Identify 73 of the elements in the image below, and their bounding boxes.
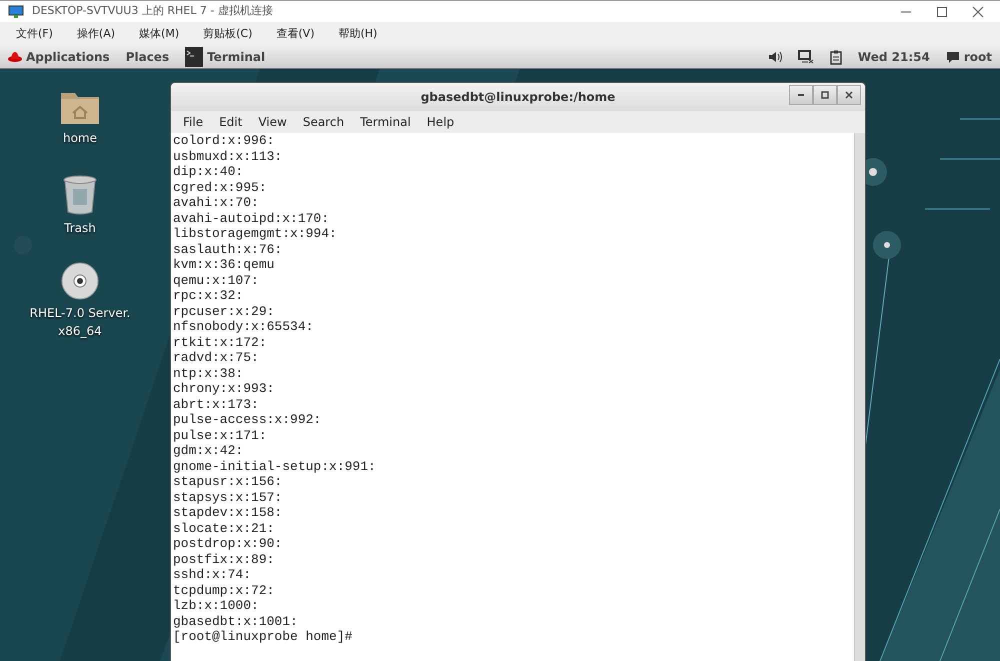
terminal-line: stapusr:x:156: (173, 474, 284, 490)
menu-item[interactable]: 媒体(M) (131, 26, 188, 42)
menu-item[interactable]: 操作(A) (68, 26, 124, 42)
terminal-line: abrt:x:173: (173, 396, 260, 412)
terminal-line: colord:x:996: (173, 133, 276, 148)
chat-icon (946, 51, 960, 63)
maximize-icon (821, 91, 829, 99)
menu-item[interactable]: File (175, 113, 212, 131)
menu-item[interactable]: Terminal (352, 113, 419, 131)
trash-icon[interactable] (63, 175, 97, 215)
terminal-icon (185, 47, 204, 67)
terminal-line: libstoragemgmt:x:994: (173, 226, 338, 242)
window-title: gbasedbt@linuxprobe:/home (420, 89, 616, 106)
terminal-line: gbasedbt:x:1001: (173, 614, 299, 629)
network-icon[interactable] (798, 50, 814, 64)
terminal-line: ntp:x:38: (173, 366, 244, 381)
dvd-icon[interactable] (61, 262, 99, 300)
terminal-line: tcpdump:x:72: (173, 582, 276, 598)
light-dot-drawing (873, 231, 901, 259)
terminal-line: rpcuser:x:29: (173, 304, 276, 319)
app-menu[interactable]: Terminal (207, 48, 266, 66)
maximize-icon (936, 6, 948, 18)
menu-item[interactable]: Edit (211, 113, 250, 131)
terminal-line: postfix:x:89: (173, 552, 276, 567)
minimize-button[interactable] (789, 85, 813, 105)
minimize-icon (798, 94, 804, 96)
terminal-line: rpc:x:32: (173, 288, 244, 304)
menu-item[interactable]: 文件(F) (8, 26, 61, 42)
terminal-line: dip:x:40: (173, 164, 244, 180)
menu-item[interactable]: View (250, 113, 295, 131)
menu-item[interactable]: Search (294, 113, 352, 131)
menu-item[interactable]: Help (418, 113, 462, 131)
icon-label[interactable]: Trash (64, 219, 96, 237)
applications-menu[interactable]: Applications (26, 48, 110, 66)
terminal-line: qemu:x:107: (173, 272, 260, 288)
terminal-line: stapsys:x:157: (173, 490, 284, 505)
terminal-line: [root@linuxprobe home]# (173, 629, 354, 644)
terminal-line: sshd:x:74: (173, 567, 252, 582)
terminal-line: slocate:x:21: (173, 520, 276, 536)
close-icon (972, 6, 984, 18)
user-menu[interactable]: root (964, 48, 992, 66)
places-menu[interactable]: Places (126, 48, 170, 66)
terminal-line: lzb:x:1000: (173, 598, 260, 614)
window-title: DESKTOP-SVTVUU3 上的 RHEL 7 - 虚拟机连接 (32, 3, 273, 20)
terminal-line: saslauth:x:76: (173, 242, 284, 257)
terminal-line: gnome-initial-setup:x:991: (173, 458, 377, 474)
close-button[interactable] (837, 85, 861, 105)
terminal-line: kvm:x:36:qemu (173, 257, 276, 272)
icon-label[interactable]: home (62, 129, 98, 147)
terminal-line: pulse:x:171: (173, 428, 268, 443)
terminal-line: stapdev:x:158: (173, 505, 284, 520)
terminal-line: radvd:x:75: (173, 350, 260, 366)
menu-item[interactable]: 查看(V) (268, 26, 322, 42)
menu-item[interactable]: 剪贴板(C) (195, 26, 260, 42)
hat-icon (8, 51, 22, 63)
menu-item[interactable]: 帮助(H) (330, 26, 386, 42)
terminal-line: chrony:x:993: (173, 381, 276, 396)
terminal-line: avahi-autoipd:x:170: (173, 210, 330, 226)
close-icon (845, 91, 853, 99)
terminal-line: usbmuxd:x:113: (173, 148, 284, 164)
terminal-line: cgred:x:995: (173, 180, 268, 195)
maximize-button[interactable] (813, 85, 837, 105)
clock[interactable]: Wed 21:54 (858, 48, 930, 66)
clipboard-icon[interactable] (830, 50, 842, 64)
terminal-line: pulse-access:x:992: (173, 412, 322, 428)
monitor-icon (8, 4, 24, 18)
icon-label[interactable]: RHEL-7.0 Server. x86_64 (30, 304, 130, 340)
terminal-line: rtkit:x:172: (173, 334, 268, 350)
terminal-line: avahi:x:70: (173, 195, 260, 210)
terminal-line: gdm:x:42: (173, 443, 244, 458)
volume-icon[interactable] (768, 51, 782, 63)
terminal-line: postdrop:x:90: (173, 536, 284, 552)
terminal-line: nfsnobody:x:65534: (173, 319, 314, 334)
